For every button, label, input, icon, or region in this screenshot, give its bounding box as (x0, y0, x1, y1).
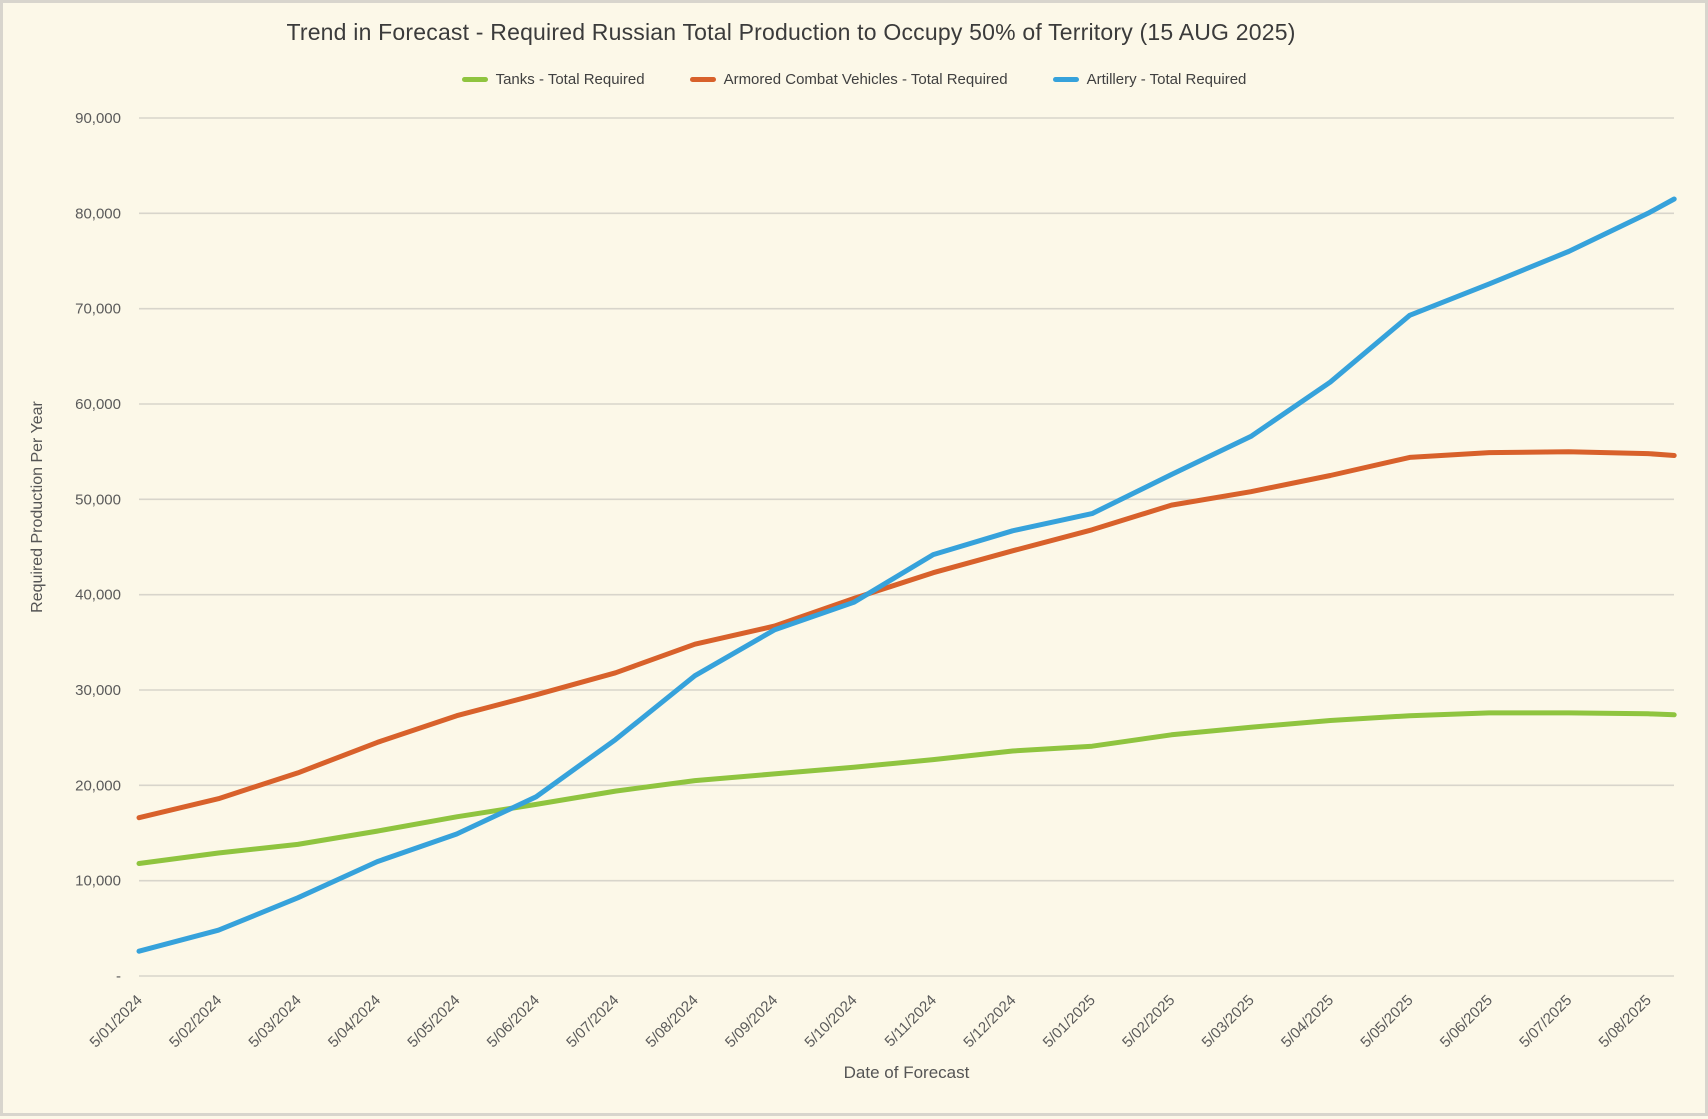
x-tick-label: 5/04/2024 (325, 992, 384, 1051)
x-tick-label: 5/04/2025 (1278, 992, 1337, 1051)
x-tick-label: 5/08/2024 (643, 992, 702, 1051)
y-tick-label: 70,000 (75, 301, 121, 318)
x-tick-label: 5/06/2025 (1437, 992, 1496, 1051)
y-axis-title: Required Production Per Year (29, 401, 46, 613)
x-tick-label: 5/02/2025 (1119, 992, 1178, 1051)
x-tick-label: 5/02/2024 (166, 992, 225, 1051)
x-tick-label: 5/03/2024 (245, 992, 304, 1051)
x-tick-label: 5/08/2025 (1596, 992, 1655, 1051)
y-tick-label: 80,000 (75, 205, 121, 222)
y-tick-label: 10,000 (75, 873, 121, 890)
x-tick-label: 5/11/2024 (882, 992, 940, 1050)
y-axis-tick-labels: - 10,000 20,000 30,000 40,000 50,000 60,000 70,… (75, 110, 121, 985)
y-tick-label: - (116, 968, 121, 985)
x-tick-label: 5/10/2024 (801, 992, 860, 1051)
series-line-artillery (136, 196, 1677, 954)
x-tick-label: 5/09/2024 (722, 992, 781, 1051)
forecast-line-chart: Trend in Forecast - Required Russian Tot… (0, 0, 1708, 1116)
gridlines (139, 117, 1674, 977)
x-tick-label: 5/01/2025 (1040, 992, 1099, 1051)
plot-area: - 10,000 20,000 30,000 40,000 50,000 60,000 70,… (75, 110, 1677, 1051)
x-tick-label: 5/06/2024 (484, 992, 543, 1051)
x-tick-label: 5/07/2024 (563, 992, 622, 1051)
series-line-tanks (136, 710, 1677, 866)
x-tick-label: 5/05/2024 (404, 992, 463, 1051)
y-tick-label: 60,000 (75, 396, 121, 413)
x-tick-label: 5/07/2025 (1516, 992, 1575, 1051)
x-axis-tick-labels: 5/01/2024 5/02/2024 5/03/2024 5/04/2024 5/05… (87, 992, 1655, 1051)
y-tick-label: 30,000 (75, 682, 121, 699)
x-tick-label: 5/05/2025 (1357, 992, 1416, 1051)
y-tick-label: 20,000 (75, 777, 121, 794)
y-tick-label: 90,000 (75, 110, 121, 127)
y-tick-label: 40,000 (75, 587, 121, 604)
x-tick-label: 5/01/2024 (87, 992, 146, 1051)
x-tick-label: 5/12/2024 (960, 992, 1019, 1051)
x-axis-title: Date of Forecast (843, 1063, 970, 1082)
x-tick-label: 5/03/2025 (1199, 992, 1258, 1051)
y-tick-label: 50,000 (75, 491, 121, 508)
